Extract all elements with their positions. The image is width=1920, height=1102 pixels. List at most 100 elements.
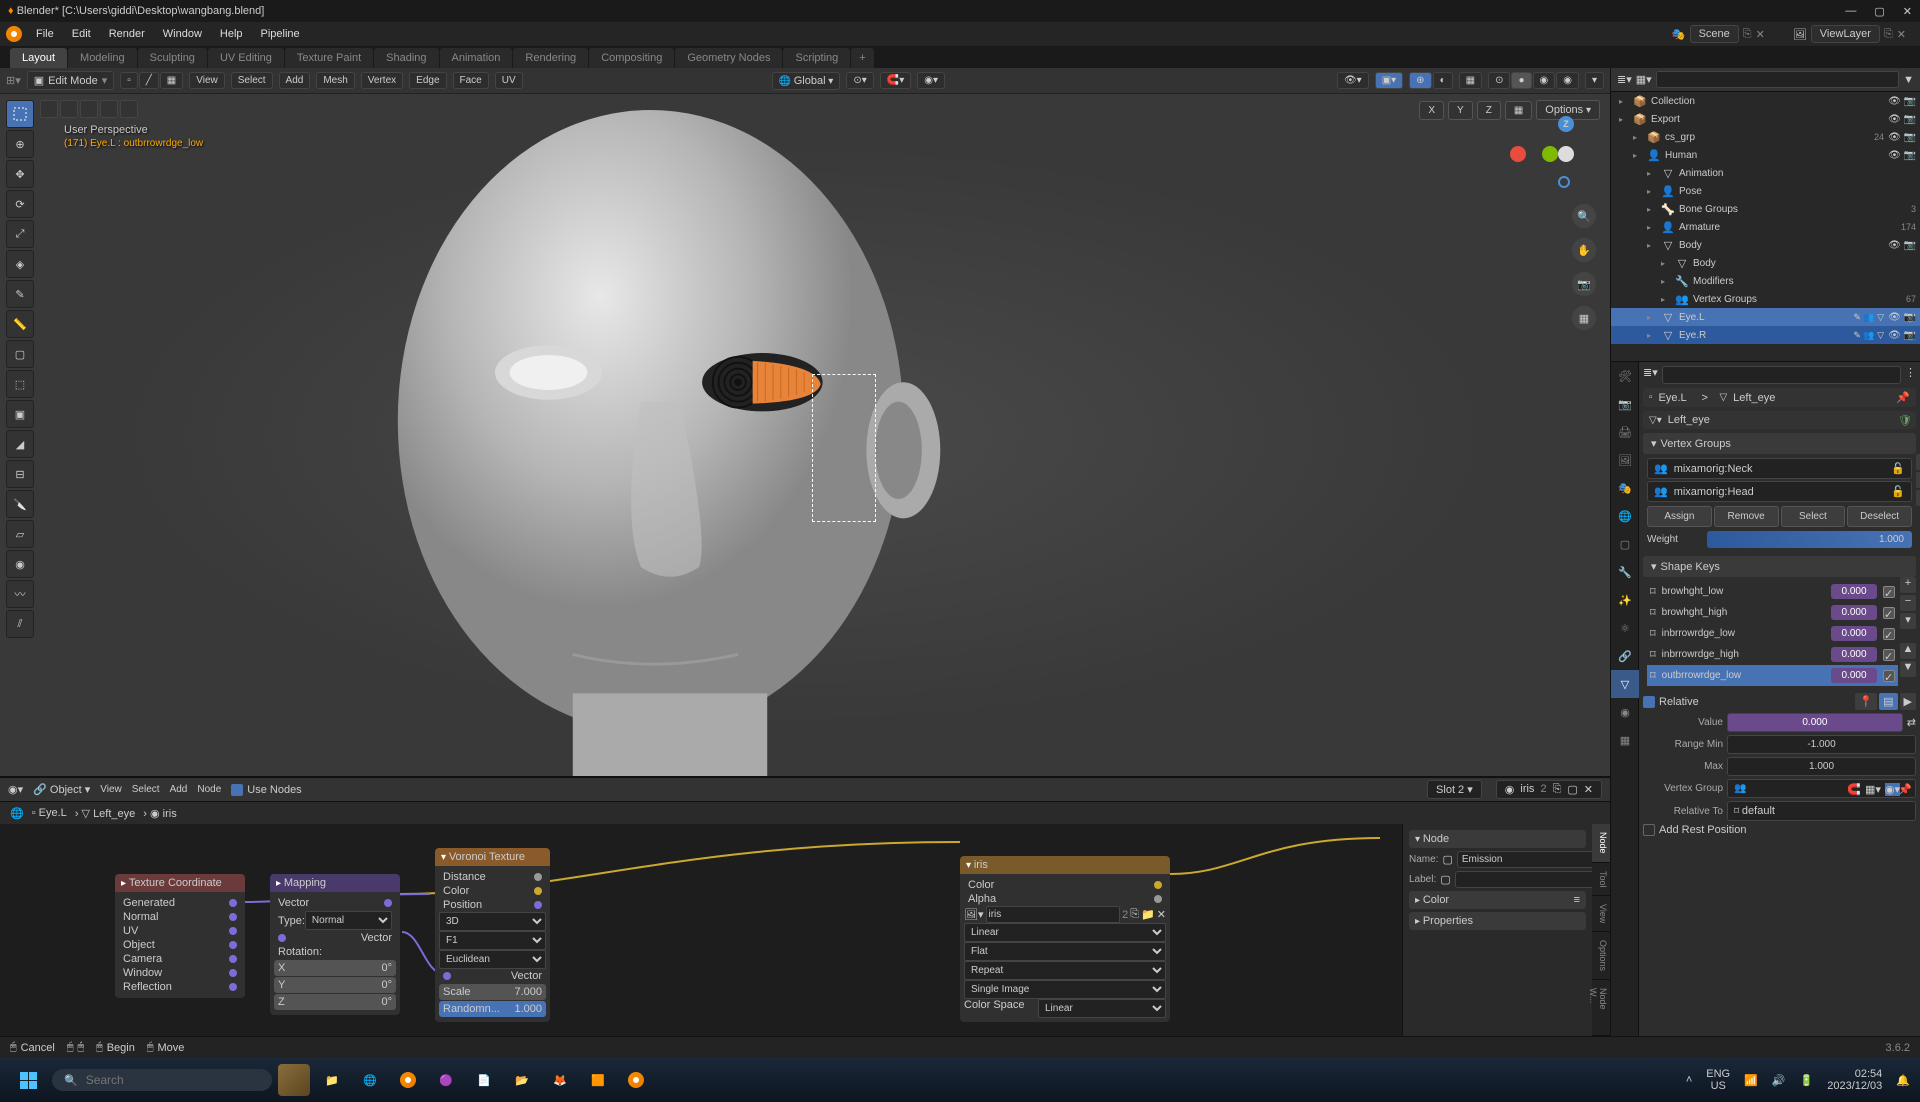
tool-edgeslide[interactable]: ⫽ (6, 610, 34, 638)
axis-y[interactable]: Y (1448, 101, 1473, 120)
prop-tab-world[interactable]: 🌐 (1611, 502, 1639, 530)
scene-selector[interactable]: Scene (1690, 25, 1739, 43)
node-name-field[interactable] (1457, 851, 1599, 868)
outliner-row[interactable]: ▸▽Body (1611, 254, 1920, 272)
shape-mute-checkbox[interactable]: ✓ (1883, 649, 1895, 661)
pin-icon[interactable]: 📌 (1898, 783, 1912, 796)
mapping-type-select[interactable]: Normal (305, 911, 392, 930)
tray-clock[interactable]: 02:542023/12/03 (1827, 1068, 1882, 1092)
node-menu-view[interactable]: View (100, 784, 122, 795)
xray-icon[interactable]: ▦ (1459, 72, 1482, 89)
mesh-name-field[interactable]: ▽▾ Left_eye🛡 (1643, 411, 1916, 429)
tab-add[interactable]: + (851, 48, 873, 68)
crumb-world-icon[interactable]: 🌐 (10, 807, 24, 820)
snap-toggle[interactable]: 🧲▾ (880, 72, 911, 89)
camera-view-icon[interactable]: 📷 (1572, 272, 1596, 296)
prop-tab-output[interactable]: 🖨 (1611, 418, 1639, 446)
tab-uvediting[interactable]: UV Editing (208, 48, 284, 68)
prop-search[interactable] (1662, 366, 1901, 384)
nav-gizmo[interactable]: Z (1510, 114, 1590, 194)
tool-rotate[interactable]: ⟳ (6, 190, 34, 218)
scene-new-icon[interactable]: ⎘ (1743, 28, 1752, 41)
voronoi-metric[interactable]: Euclidean (439, 950, 546, 969)
shading-matprev[interactable]: ◉ (1533, 72, 1556, 89)
maximize-icon[interactable]: ▢ (1874, 5, 1884, 18)
prop-tab-modifier[interactable]: 🔧 (1611, 558, 1639, 586)
outliner-type-icon[interactable]: ≣▾ (1617, 73, 1632, 86)
menu-window[interactable]: Window (155, 25, 210, 43)
material-slot[interactable]: Slot 2 ▾ (1427, 780, 1482, 799)
shape-key-row[interactable]: ⌑browhght_low0.000✓ (1647, 581, 1898, 602)
outliner-row[interactable]: ▸👤Armature174 (1611, 218, 1920, 236)
node-texture-coordinate[interactable]: ▸ Texture Coordinate Generated Normal UV… (115, 874, 245, 998)
shape-mute-checkbox[interactable]: ✓ (1883, 670, 1895, 682)
material-copy-icon[interactable]: ▢ (1567, 783, 1577, 796)
outliner-row[interactable]: ▸▽Eye.R✎ 👥 ▽👁 📷 (1611, 326, 1920, 344)
tray-wifi-icon[interactable]: 📶 (1744, 1074, 1758, 1087)
pin-icon[interactable]: 📌 (1896, 391, 1910, 404)
edge-select-icon[interactable]: ╱ (139, 72, 159, 89)
taskbar-weather-icon[interactable] (278, 1064, 310, 1096)
tab-animation[interactable]: Animation (440, 48, 513, 68)
node-color-panel[interactable]: ▸ Color ≡ (1409, 891, 1586, 909)
taskbar-app-icon[interactable]: 🟧 (582, 1064, 614, 1096)
select-invert-icon[interactable] (100, 100, 118, 118)
overlay-node-icon[interactable]: ▦▾ (1865, 783, 1881, 796)
tex-ext[interactable]: Repeat (964, 961, 1166, 980)
shading-options[interactable]: ▾ (1585, 72, 1604, 89)
gizmo-x-icon[interactable] (1510, 146, 1526, 162)
node-label-field[interactable] (1455, 871, 1597, 888)
prop-tab-render[interactable]: 📷 (1611, 390, 1639, 418)
prop-tab-texture[interactable]: ▦ (1611, 726, 1639, 754)
viewlayer-new-icon[interactable]: ⎘ (1884, 28, 1893, 41)
scene-delete-icon[interactable]: ✕ (1756, 28, 1765, 41)
gizmo-center-icon[interactable] (1558, 146, 1574, 162)
tex-colorspace[interactable]: Linear (1038, 999, 1166, 1018)
tab-geonodes[interactable]: Geometry Nodes (675, 48, 782, 68)
relative-to-field[interactable]: ⌑ default (1727, 801, 1916, 821)
weight-slider[interactable]: 1.000 (1707, 531, 1912, 548)
viewlayer-selector[interactable]: ViewLayer (1811, 25, 1880, 43)
menu-add[interactable]: Add (279, 72, 311, 89)
taskbar-edge-icon[interactable]: 🌐 (354, 1064, 386, 1096)
vertex-select-icon[interactable]: ▫ (120, 72, 138, 89)
vgroup-item[interactable]: 👥mixamorig:Neck🔓 (1647, 458, 1912, 479)
tab-texturepaint[interactable]: Texture Paint (285, 48, 373, 68)
select-subtract-icon[interactable] (80, 100, 98, 118)
menu-pipeline[interactable]: Pipeline (253, 25, 308, 43)
shape-key-row[interactable]: ⌑inbrrowrdge_high0.000✓ (1647, 644, 1898, 665)
node-image-texture[interactable]: ▾ iris Color Alpha 🖼▾ 2 ⎘📁✕ Linear Flat … (960, 856, 1170, 1022)
use-nodes-checkbox[interactable] (231, 784, 243, 796)
tool-measure[interactable]: 📏 (6, 310, 34, 338)
vgroup-deselect-button[interactable]: Deselect (1847, 506, 1912, 527)
tray-notifications-icon[interactable]: 🔔 (1896, 1074, 1910, 1087)
3d-viewport[interactable]: ⊕ ✥ ⟳ ⤢ ◈ ✎ 📏 ▢ ⬚ ▣ ◢ ⊟ 🔪 ▱ ◉ 〰 ⫽ (0, 94, 1610, 776)
vgroup-remove-icon[interactable]: − (1916, 472, 1920, 488)
viewlayer-delete-icon[interactable]: ✕ (1897, 28, 1906, 41)
outliner-row[interactable]: ▸📦cs_grp24👁 📷 (1611, 128, 1920, 146)
prop-options-icon[interactable]: ⋮ (1905, 366, 1916, 384)
gizmo-y-icon[interactable] (1542, 146, 1558, 162)
overlay-toggle[interactable]: ◐ (1433, 72, 1453, 89)
tool-inset[interactable]: ▣ (6, 400, 34, 428)
snap-node-icon[interactable]: 🧲 (1847, 783, 1861, 796)
taskbar-folder-icon[interactable]: 📂 (506, 1064, 538, 1096)
select-new-icon[interactable] (40, 100, 58, 118)
menu-uv[interactable]: UV (495, 72, 523, 89)
node-voronoi[interactable]: ▾ Voronoi Texture Distance Color Positio… (435, 848, 550, 1022)
range-max-field[interactable]: 1.000 (1727, 757, 1916, 776)
menu-face[interactable]: Face (453, 72, 489, 89)
shape-value-slider[interactable]: 0.000 (1727, 713, 1903, 732)
range-min-field[interactable]: -1.000 (1727, 735, 1916, 754)
select-intersect-icon[interactable] (120, 100, 138, 118)
shading-wireframe[interactable]: ⊙ (1488, 72, 1510, 89)
tab-scripting[interactable]: Scripting (783, 48, 850, 68)
mesh-visibility-icon[interactable]: 👁▾ (1337, 72, 1369, 89)
menu-render[interactable]: Render (101, 25, 153, 43)
tool-spin[interactable]: ◉ (6, 550, 34, 578)
pivot-selector[interactable]: ⊙▾ (846, 72, 873, 89)
voronoi-feature[interactable]: F1 (439, 931, 546, 950)
shading-solid[interactable]: ● (1511, 72, 1531, 89)
gizmo-z-icon[interactable]: Z (1558, 116, 1574, 132)
pan-icon[interactable]: ✋ (1572, 238, 1596, 262)
